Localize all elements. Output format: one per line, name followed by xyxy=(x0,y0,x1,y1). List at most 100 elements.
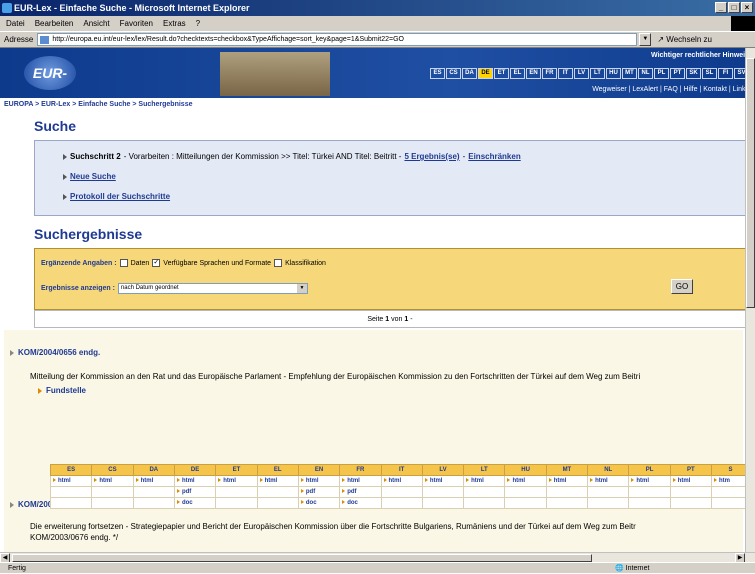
lang-nl[interactable]: NL xyxy=(638,68,653,79)
format-cell[interactable]: pdf xyxy=(339,486,382,498)
lang-et[interactable]: ET xyxy=(494,68,509,79)
format-link[interactable]: html xyxy=(182,478,195,484)
format-link[interactable]: html xyxy=(554,478,567,484)
format-link[interactable]: html xyxy=(347,478,360,484)
format-link[interactable]: html xyxy=(595,478,608,484)
format-cell[interactable]: doc xyxy=(297,497,341,509)
format-cell[interactable]: html xyxy=(339,475,382,487)
format-cell[interactable]: doc xyxy=(339,497,382,509)
address-dropdown[interactable]: ▼ xyxy=(639,33,652,46)
go-filter-button[interactable]: GO xyxy=(671,279,693,294)
format-cell[interactable]: html xyxy=(421,475,465,487)
format-link[interactable]: html xyxy=(223,478,236,484)
format-link[interactable]: html xyxy=(512,478,525,484)
format-link[interactable]: html xyxy=(430,478,443,484)
format-link[interactable]: html xyxy=(636,478,649,484)
result-title[interactable]: KOM/2004/0656 endg. xyxy=(10,348,100,357)
close-button[interactable]: × xyxy=(741,2,753,13)
classification-checkbox[interactable] xyxy=(274,259,283,267)
new-search-link[interactable]: Neue Suche xyxy=(70,172,116,181)
menu-datei[interactable]: Datei xyxy=(6,19,25,28)
lang-fi[interactable]: FI xyxy=(718,68,733,79)
format-cell[interactable]: html xyxy=(297,475,341,487)
format-link[interactable]: pdf xyxy=(347,489,356,495)
format-cell[interactable]: html xyxy=(587,475,630,487)
lang-fr[interactable]: FR xyxy=(542,68,557,79)
go-button[interactable]: ↗ Wechseln zu xyxy=(657,35,712,44)
format-link[interactable]: html xyxy=(306,478,319,484)
maximize-button[interactable]: □ xyxy=(728,2,740,13)
results-count-link[interactable]: 5 Ergebnis(se) xyxy=(404,152,459,161)
lang-mt[interactable]: MT xyxy=(622,68,637,79)
format-link[interactable]: html xyxy=(678,478,691,484)
format-cell[interactable]: html xyxy=(669,475,713,487)
scroll-thumb[interactable] xyxy=(746,58,755,308)
lang-es[interactable]: ES xyxy=(430,68,445,79)
breadcrumb[interactable]: EUROPA > EUR-Lex > Einfache Suche > Such… xyxy=(0,98,755,112)
menu-ansicht[interactable]: Ansicht xyxy=(83,19,109,28)
lang-da[interactable]: DA xyxy=(462,68,477,79)
format-link[interactable]: doc xyxy=(306,500,317,506)
data-checkbox[interactable] xyxy=(119,259,128,267)
horizontal-scrollbar[interactable]: ◀ ▶ xyxy=(0,552,755,563)
address-input[interactable]: http://europa.eu.int/eur-lex/lex/Result.… xyxy=(37,33,638,46)
format-cell[interactable]: pdf xyxy=(297,486,341,498)
lang-sk[interactable]: SK xyxy=(686,68,701,79)
refine-link[interactable]: Einschränken xyxy=(468,152,520,161)
minimize-button[interactable]: _ xyxy=(715,2,727,13)
lang-el[interactable]: EL xyxy=(510,68,525,79)
format-link[interactable]: doc xyxy=(182,500,193,506)
format-link[interactable]: pdf xyxy=(306,489,315,495)
menu-bearbeiten[interactable]: Bearbeiten xyxy=(35,19,74,28)
format-cell[interactable]: html xyxy=(545,475,589,487)
format-cell[interactable]: html xyxy=(256,475,299,487)
lang-de[interactable]: DE xyxy=(478,68,493,79)
menu-favoriten[interactable]: Favoriten xyxy=(120,19,153,28)
format-link[interactable]: html xyxy=(141,478,154,484)
format-link[interactable]: html xyxy=(265,478,278,484)
vertical-scrollbar[interactable] xyxy=(745,48,755,552)
lang-hu[interactable]: HU xyxy=(606,68,621,79)
format-cell[interactable]: html xyxy=(215,475,258,487)
lang-lv[interactable]: LV xyxy=(574,68,589,79)
format-cell[interactable]: html xyxy=(49,475,93,487)
format-link[interactable]: html xyxy=(58,478,71,484)
format-cell[interactable]: html xyxy=(91,475,134,487)
format-link[interactable]: html xyxy=(471,478,484,484)
lang-sl[interactable]: SL xyxy=(702,68,717,79)
top-links[interactable]: Wegweiser | LexAlert | FAQ | Hilfe | Kon… xyxy=(592,86,749,93)
bullet-icon xyxy=(590,478,594,482)
format-cell[interactable]: html xyxy=(173,475,217,487)
format-cell[interactable]: html xyxy=(132,475,175,487)
lang-cs[interactable]: CS xyxy=(446,68,461,79)
lang-col-header: PL xyxy=(628,464,671,476)
sort-select[interactable]: nach Datum geordnet ▼ xyxy=(117,283,308,294)
format-link[interactable]: doc xyxy=(347,500,358,506)
format-cell[interactable]: html xyxy=(628,475,671,487)
format-link[interactable]: htm xyxy=(719,478,730,484)
lang-it[interactable]: IT xyxy=(558,68,573,79)
format-link[interactable]: html xyxy=(389,478,402,484)
menu-extras[interactable]: Extras xyxy=(163,19,186,28)
format-cell[interactable]: htm xyxy=(711,475,750,487)
lang-lt[interactable]: LT xyxy=(590,68,605,79)
format-link[interactable]: pdf xyxy=(182,489,191,495)
lang-pt[interactable]: PT xyxy=(670,68,685,79)
search-protocol-link[interactable]: Protokoll der Suchschritte xyxy=(70,192,170,201)
format-cell[interactable]: doc xyxy=(173,497,217,509)
eurlex-logo[interactable]: EUR-Lex xyxy=(24,56,76,115)
format-cell[interactable]: html xyxy=(504,475,547,487)
lang-en[interactable]: EN xyxy=(526,68,541,79)
format-cell[interactable]: html xyxy=(380,475,423,487)
legal-notice-link[interactable]: Wichtiger rechtlicher Hinweis xyxy=(651,52,749,59)
format-link[interactable]: html xyxy=(99,478,112,484)
menu-help[interactable]: ? xyxy=(196,19,200,28)
format-cell[interactable]: pdf xyxy=(173,486,217,498)
result-id[interactable]: KOM/2004/0656 endg. xyxy=(18,348,100,357)
format-cell[interactable]: html xyxy=(463,475,506,487)
fundstelle-link[interactable]: Fundstelle xyxy=(38,386,86,395)
dropdown-arrow-icon[interactable]: ▼ xyxy=(296,284,307,293)
lang-pl[interactable]: PL xyxy=(654,68,669,79)
languages-checkbox[interactable]: ✓ xyxy=(152,259,161,267)
scroll-thumb[interactable] xyxy=(12,554,592,562)
